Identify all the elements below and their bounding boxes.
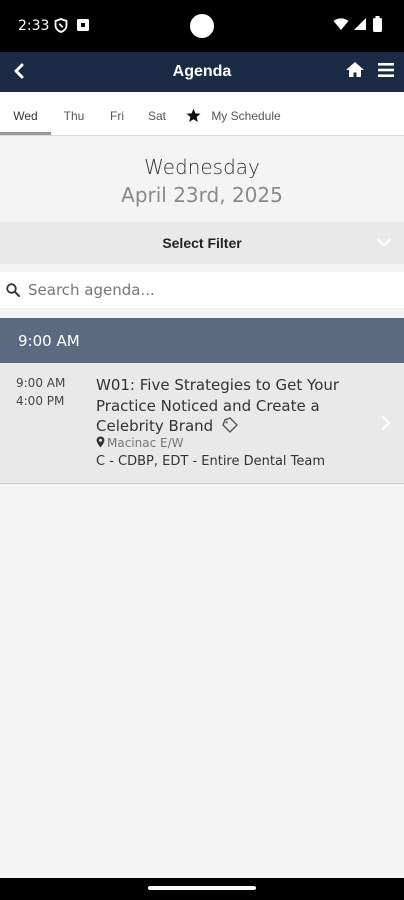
tag-icon: [222, 417, 238, 433]
session-location: Macinac E/W: [96, 436, 184, 450]
wifi-icon: [333, 18, 349, 30]
tab-sat[interactable]: Sat: [141, 92, 173, 136]
tab-my-schedule[interactable]: My Schedule: [204, 92, 288, 136]
location-pin-icon: [96, 436, 105, 448]
session-title: W01: Five Strategies to Get Your Practic…: [96, 376, 340, 435]
signal-icon: [354, 18, 366, 30]
tab-wed[interactable]: Wed: [0, 92, 51, 136]
battery-icon: [373, 16, 382, 32]
session-track: C - CDBP, EDT - Entire Dental Team: [96, 454, 326, 469]
tab-fri[interactable]: Fri: [101, 92, 133, 136]
session-start-time: 9:00 AM: [16, 376, 66, 390]
system-nav-bar: [0, 878, 404, 900]
session-title-block: W01: Five Strategies to Get Your Practic…: [96, 375, 364, 437]
menu-icon[interactable]: [376, 60, 396, 80]
date-line: April 23rd, 2025: [121, 183, 283, 207]
gesture-handle[interactable]: [148, 886, 256, 890]
star-icon: [186, 108, 201, 122]
front-camera: [190, 14, 214, 38]
status-time: 2:33: [18, 18, 50, 34]
active-tab-indicator: [0, 132, 51, 135]
session-end-time: 4:00 PM: [16, 394, 65, 408]
time-group-header: 9:00 AM: [0, 318, 404, 363]
session-row[interactable]: 9:00 AM 4:00 PM W01: Five Strategies to …: [0, 363, 404, 484]
app-notification-icon: [77, 19, 89, 31]
search-icon: [6, 283, 20, 297]
day-name: Wednesday: [144, 155, 260, 179]
session-location-label: Macinac E/W: [107, 436, 184, 450]
app-bar: Agenda: [0, 52, 404, 92]
filter-dropdown[interactable]: Select Filter: [0, 222, 404, 264]
chevron-down-icon: [377, 238, 391, 247]
search-input[interactable]: [28, 276, 388, 304]
chevron-right-icon: [381, 415, 391, 431]
page-title: Agenda: [172, 63, 232, 80]
tab-thu[interactable]: Thu: [55, 92, 93, 136]
day-tabs: Wed Thu Fri Sat My Schedule: [0, 92, 404, 136]
status-bar: 2:33: [0, 0, 404, 52]
filter-label: Select Filter: [162, 235, 242, 251]
home-icon[interactable]: [345, 60, 365, 80]
search-bar: [0, 272, 404, 308]
time-group-label: 9:00 AM: [18, 332, 80, 350]
shield-icon: [54, 18, 68, 33]
date-header: Wednesday April 23rd, 2025: [0, 155, 404, 207]
